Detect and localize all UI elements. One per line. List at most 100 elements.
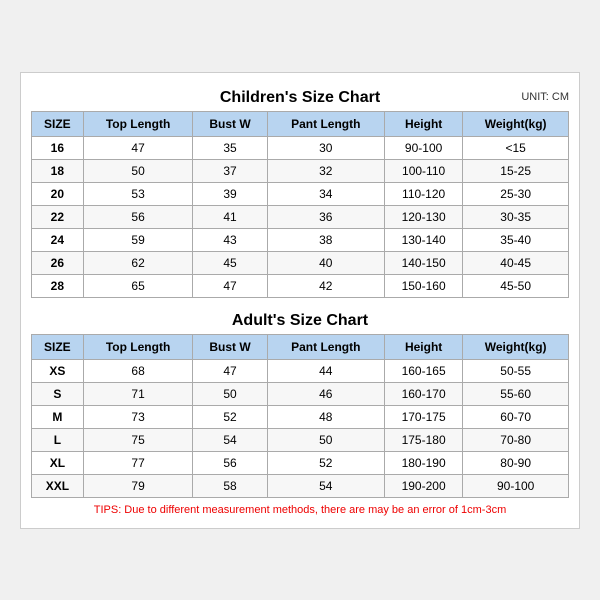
table-cell: 47 [193,274,267,297]
table-cell: 36 [267,205,384,228]
table-row: 22564136120-13030-35 [32,205,569,228]
table-cell: XS [32,359,84,382]
table-cell: 41 [193,205,267,228]
table-cell: 40 [267,251,384,274]
table-cell: 52 [193,405,267,428]
children-unit-label: UNIT: CM [521,91,569,103]
table-cell: 50 [267,428,384,451]
table-cell: 26 [32,251,84,274]
children-header-row: SIZE Top Length Bust W Pant Length Heigh… [32,111,569,136]
table-cell: 48 [267,405,384,428]
table-cell: 20 [32,182,84,205]
table-cell: 77 [83,451,193,474]
table-cell: 46 [267,382,384,405]
table-cell: 120-130 [384,205,462,228]
table-cell: 44 [267,359,384,382]
tips-text: TIPS: Due to different measurement metho… [31,498,569,518]
table-cell: 190-200 [384,474,462,497]
table-cell: 56 [83,205,193,228]
table-cell: S [32,382,84,405]
table-cell: 35-40 [463,228,569,251]
table-cell: 60-70 [463,405,569,428]
table-row: 24594338130-14035-40 [32,228,569,251]
table-row: XXL795854190-20090-100 [32,474,569,497]
table-row: 26624540140-15040-45 [32,251,569,274]
table-cell: 53 [83,182,193,205]
table-row: 1647353090-100<15 [32,136,569,159]
children-body: 1647353090-100<1518503732100-11015-25205… [32,136,569,297]
table-cell: 22 [32,205,84,228]
table-cell: 39 [193,182,267,205]
children-col-size: SIZE [32,111,84,136]
children-col-pantlength: Pant Length [267,111,384,136]
table-cell: <15 [463,136,569,159]
table-cell: 50 [83,159,193,182]
table-cell: 58 [193,474,267,497]
table-cell: 30-35 [463,205,569,228]
table-cell: XXL [32,474,84,497]
table-row: XL775652180-19080-90 [32,451,569,474]
table-cell: 54 [267,474,384,497]
chart-container: Children's Size Chart UNIT: CM SIZE Top … [20,72,580,529]
table-cell: 175-180 [384,428,462,451]
adults-body: XS684744160-16550-55S715046160-17055-60M… [32,359,569,497]
table-cell: 35 [193,136,267,159]
table-row: 20533934110-12025-30 [32,182,569,205]
table-cell: 54 [193,428,267,451]
table-cell: 110-120 [384,182,462,205]
table-cell: 25-30 [463,182,569,205]
table-row: M735248170-17560-70 [32,405,569,428]
table-cell: 73 [83,405,193,428]
table-cell: 52 [267,451,384,474]
table-cell: 160-170 [384,382,462,405]
table-cell: 75 [83,428,193,451]
table-cell: 130-140 [384,228,462,251]
children-title-text: Children's Size Chart [220,89,380,106]
table-cell: 37 [193,159,267,182]
table-cell: 56 [193,451,267,474]
table-cell: L [32,428,84,451]
table-cell: 140-150 [384,251,462,274]
adults-col-pantlength: Pant Length [267,334,384,359]
table-cell: 47 [193,359,267,382]
adults-header-row: SIZE Top Length Bust W Pant Length Heigh… [32,334,569,359]
adults-col-toplength: Top Length [83,334,193,359]
adults-col-size: SIZE [32,334,84,359]
table-cell: 150-160 [384,274,462,297]
children-col-height: Height [384,111,462,136]
children-col-bustw: Bust W [193,111,267,136]
table-cell: 59 [83,228,193,251]
table-cell: 68 [83,359,193,382]
table-cell: 42 [267,274,384,297]
table-cell: 30 [267,136,384,159]
table-cell: 65 [83,274,193,297]
adults-col-height: Height [384,334,462,359]
table-cell: 18 [32,159,84,182]
table-cell: 32 [267,159,384,182]
table-cell: 28 [32,274,84,297]
table-cell: 43 [193,228,267,251]
table-cell: 40-45 [463,251,569,274]
children-table: SIZE Top Length Bust W Pant Length Heigh… [31,111,569,298]
table-row: L755450175-18070-80 [32,428,569,451]
table-cell: 70-80 [463,428,569,451]
table-cell: XL [32,451,84,474]
adults-table: SIZE Top Length Bust W Pant Length Heigh… [31,334,569,498]
table-cell: 50-55 [463,359,569,382]
adults-title: Adult's Size Chart [31,306,569,334]
table-cell: 90-100 [463,474,569,497]
table-cell: 170-175 [384,405,462,428]
children-title: Children's Size Chart UNIT: CM [31,83,569,111]
table-cell: 71 [83,382,193,405]
table-row: 28654742150-16045-50 [32,274,569,297]
table-row: XS684744160-16550-55 [32,359,569,382]
children-col-weight: Weight(kg) [463,111,569,136]
table-cell: 16 [32,136,84,159]
table-cell: 80-90 [463,451,569,474]
table-cell: 55-60 [463,382,569,405]
table-cell: 160-165 [384,359,462,382]
table-cell: 47 [83,136,193,159]
table-cell: 34 [267,182,384,205]
adults-title-text: Adult's Size Chart [232,312,368,329]
table-cell: M [32,405,84,428]
